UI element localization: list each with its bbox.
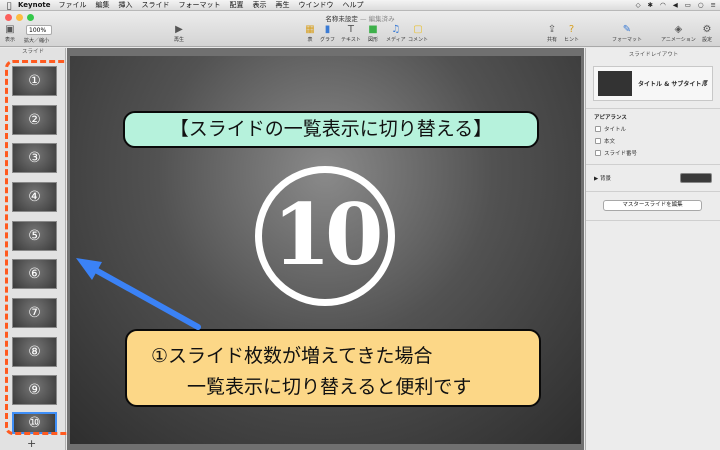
share-button[interactable]: ⇪ 共有 (546, 24, 558, 43)
menu-edit[interactable]: 編集 (96, 0, 110, 11)
setup-label: 設定 (701, 37, 712, 43)
callout-note: ①スライド枚数が増えてきた場合 一覧表示に切り替えると便利です (125, 329, 541, 407)
chevron-down-icon: ▼ (703, 79, 708, 86)
layout-selector[interactable]: タイトル & サブタイトル ▼ (593, 66, 713, 101)
menu-window[interactable]: ウインドウ (299, 0, 334, 11)
status-icons: ◇ ✱ ◠ ◀ ▭ ○ ≡ (636, 0, 716, 11)
shape-button[interactable]: ■ 図形 (367, 24, 379, 43)
add-slide-button[interactable]: + (27, 437, 36, 450)
appearance-heading: アピアランス (594, 115, 627, 121)
toolbar: 名称未設定 — 編集済み ▣ 表示 100% 拡大／縮小 ▶ 再生 ▦ 表 ▮ … (0, 11, 720, 47)
apple-menu-icon[interactable]:  (0, 0, 18, 11)
body-checkbox-label: 本文 (604, 139, 616, 145)
tips-icon: ? (568, 24, 575, 35)
comment-button[interactable]: ▢ コメント (408, 24, 428, 43)
chart-label: グラフ (320, 37, 336, 43)
notification-icon[interactable]: ≡ (711, 0, 716, 11)
body-checkbox[interactable]: 本文 (595, 137, 615, 145)
menu-help[interactable]: ヘルプ (343, 0, 364, 11)
document-name[interactable]: 名称未設定 (325, 15, 358, 23)
background-label: 背景 (599, 176, 611, 182)
view-label: 表示 (4, 37, 15, 43)
format-button[interactable]: ✎ フォーマット (612, 24, 642, 43)
shape-label: 図形 (367, 37, 378, 43)
table-icon: ▦ (305, 24, 315, 35)
menu-slide[interactable]: スライド (142, 0, 170, 11)
menu-arrange[interactable]: 配置 (230, 0, 244, 11)
divider (586, 108, 720, 109)
format-label: フォーマット (612, 37, 643, 43)
zoom-select[interactable]: 100% (26, 25, 52, 35)
media-label: メディア (386, 37, 406, 43)
format-inspector: スライドレイアウト タイトル & サブタイトル ▼ アピアランス タイトル 本文… (585, 48, 720, 450)
menu-insert[interactable]: 挿入 (119, 0, 133, 11)
tips-button[interactable]: ? ヒント (564, 24, 579, 43)
spotlight-icon[interactable]: ○ (698, 0, 704, 11)
slide-number-circle[interactable]: 10 (255, 166, 395, 306)
view-button[interactable]: ▣ 表示 (4, 24, 16, 43)
callout-note-line1: ①スライド枚数が増えてきた場合 (151, 345, 433, 367)
background-disclosure[interactable]: ▶ 背景 (594, 174, 611, 182)
menu-format[interactable]: フォーマット (179, 0, 221, 11)
zoom-label: 拡大／縮小 (24, 38, 50, 44)
divider (586, 220, 720, 221)
animate-label: アニメーション (661, 37, 696, 43)
title-checkbox[interactable]: タイトル (595, 125, 626, 133)
paintbrush-icon: ✎ (622, 24, 632, 35)
slide-number-checkbox[interactable]: スライド番号 (595, 149, 637, 157)
menu-file[interactable]: ファイル (59, 0, 87, 11)
play-button[interactable]: ▶ 再生 (173, 24, 185, 43)
document-title: 名称未設定 — 編集済み (0, 13, 720, 23)
text-icon: T (347, 24, 354, 35)
comment-icon: ▢ (413, 24, 423, 35)
chart-icon: ▮ (324, 24, 331, 35)
callout-note-line2: 一覧表示に切り替えると便利です (187, 376, 472, 398)
text-button[interactable]: T テキスト (341, 24, 361, 43)
checkbox-icon (595, 150, 601, 156)
checkbox-icon (595, 126, 601, 132)
shape-icon: ■ (368, 24, 378, 35)
sidebar-icon: ▣ (5, 24, 15, 35)
menu-play[interactable]: 再生 (276, 0, 290, 11)
checkbox-icon (595, 138, 601, 144)
media-icon: ♫ (391, 24, 401, 35)
animate-button[interactable]: ◈ アニメーション (661, 24, 696, 43)
gear-icon: ⚙ (702, 24, 712, 35)
play-label: 再生 (173, 37, 184, 43)
background-color-well[interactable] (680, 173, 712, 183)
layout-thumbnail (598, 71, 632, 96)
table-label: 表 (307, 37, 313, 43)
layout-name: タイトル & サブタイトル (638, 81, 708, 88)
table-button[interactable]: ▦ 表 (304, 24, 316, 43)
dropbox-icon[interactable]: ◇ (636, 0, 641, 11)
share-label: 共有 (546, 37, 557, 43)
battery-icon[interactable]: ▭ (685, 0, 691, 11)
menu-app-name[interactable]: Keynote (18, 0, 51, 11)
media-button[interactable]: ♫ メディア (386, 24, 406, 43)
comment-label: コメント (408, 37, 429, 43)
wifi-icon[interactable]: ◠ (660, 0, 666, 11)
callout-heading: 【スライドの一覧表示に切り替える】 (123, 111, 539, 148)
slide-number-checkbox-label: スライド番号 (604, 151, 638, 157)
inspector-title: スライドレイアウト (628, 52, 679, 58)
setup-button[interactable]: ⚙ 設定 (701, 24, 713, 43)
highlight-dashed-frame (5, 60, 74, 435)
text-label: テキスト (341, 37, 361, 43)
edit-master-slide-button[interactable]: マスタースライドを編集 (603, 200, 702, 211)
animate-icon: ◈ (674, 24, 683, 35)
share-icon: ⇪ (547, 24, 557, 35)
menu-view[interactable]: 表示 (253, 0, 267, 11)
volume-icon[interactable]: ◀ (673, 0, 678, 11)
chart-button[interactable]: ▮ グラフ (320, 24, 335, 43)
bluetooth-icon[interactable]: ✱ (648, 0, 653, 11)
menu-bar:  Keynote ファイル 編集 挿入 スライド フォーマット 配置 表示 再… (0, 0, 720, 11)
divider (586, 164, 720, 165)
tips-label: ヒント (564, 37, 580, 43)
title-checkbox-label: タイトル (604, 127, 627, 133)
document-status: — 編集済み (360, 15, 395, 23)
divider (586, 191, 720, 192)
navigator-title: スライド (21, 49, 44, 55)
play-icon: ▶ (175, 24, 183, 35)
